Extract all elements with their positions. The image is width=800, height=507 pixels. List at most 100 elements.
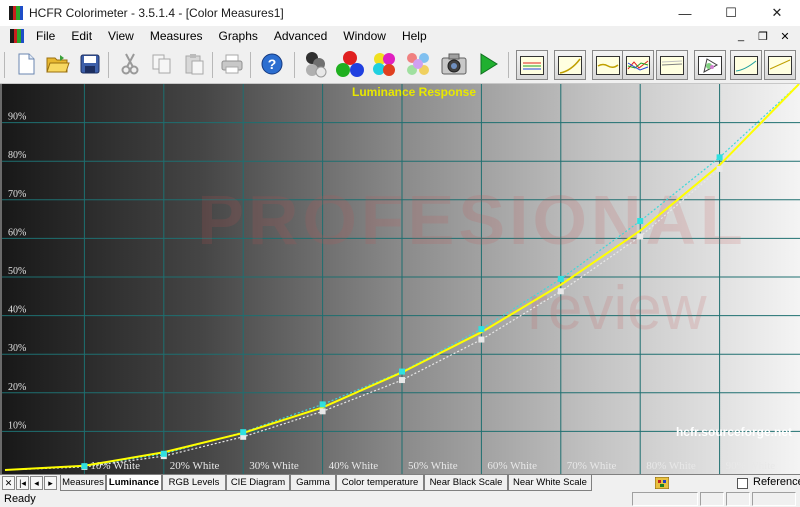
- menu-advanced[interactable]: Advanced: [266, 26, 335, 46]
- hcfr-app-icon: [9, 6, 23, 20]
- maximize-button[interactable]: ☐: [708, 0, 754, 26]
- y-tick-label: 40%: [8, 305, 26, 316]
- view-near-white-graph-button[interactable]: [764, 50, 796, 80]
- document-icon[interactable]: [10, 29, 24, 43]
- watermark-bottom: review: [527, 274, 706, 343]
- tab-first-icon[interactable]: |◂: [16, 476, 29, 490]
- view-color-temp-graph-button[interactable]: [656, 50, 688, 80]
- y-tick-label: 10%: [8, 420, 26, 431]
- toolbar-grip: [4, 52, 5, 78]
- tab-cie-diagram[interactable]: CIE Diagram: [226, 475, 290, 491]
- print-icon[interactable]: [218, 50, 246, 78]
- menu-graphs[interactable]: Graphs: [211, 26, 266, 46]
- tab-rgb-levels[interactable]: RGB Levels: [162, 475, 226, 491]
- menu-window[interactable]: Window: [335, 26, 394, 46]
- watermark-top: PROFESIONAL: [197, 181, 747, 259]
- view-gamma-graph-button[interactable]: [592, 50, 624, 80]
- y-tick-label: 30%: [8, 343, 26, 354]
- measured-point-marker: [160, 450, 167, 457]
- camera-icon[interactable]: [440, 50, 468, 78]
- y-tick-label: 70%: [8, 189, 26, 200]
- view-rgb-levels-graph-button[interactable]: [622, 50, 654, 80]
- mdi-restore-button[interactable]: ❐: [754, 28, 772, 44]
- status-panel: [752, 492, 796, 506]
- reference-checkbox[interactable]: [737, 478, 748, 489]
- status-panel: [632, 492, 698, 506]
- copy-icon[interactable]: [148, 50, 176, 78]
- y-tick-label: 60%: [8, 227, 26, 238]
- x-tick-label: 70% White: [567, 460, 617, 472]
- measured-point-marker: [716, 154, 723, 161]
- tab-near-white-scale[interactable]: Near White Scale: [508, 475, 592, 491]
- reference-point-marker: [557, 288, 564, 295]
- status-panel: [726, 492, 750, 506]
- window-title: HCFR Colorimeter - 3.5.1.4 - [Color Meas…: [29, 6, 284, 20]
- menu-help[interactable]: Help: [394, 26, 435, 46]
- measured-point-marker: [399, 368, 405, 375]
- menu-view[interactable]: View: [100, 26, 142, 46]
- open-folder-icon[interactable]: [44, 50, 72, 78]
- paste-icon[interactable]: [180, 50, 208, 78]
- measure-gray-icon[interactable]: [302, 50, 330, 78]
- x-tick-label: 80% White: [646, 460, 696, 472]
- measure-secondaries-icon[interactable]: [370, 50, 398, 78]
- svg-text:?: ?: [268, 56, 277, 72]
- tab-color-temperature[interactable]: Color temperature: [336, 475, 424, 491]
- tab-next-icon[interactable]: ▸: [44, 476, 57, 490]
- x-tick-label: 50% White: [408, 460, 458, 472]
- x-tick-label: 60% White: [487, 460, 537, 472]
- minimize-button[interactable]: —: [662, 0, 708, 26]
- measure-primaries-icon[interactable]: [336, 50, 364, 78]
- mdi-minimize-button[interactable]: _: [732, 28, 750, 44]
- menu-file[interactable]: File: [28, 26, 63, 46]
- toolbar-separator: [508, 52, 509, 78]
- x-tick-label: 30% White: [249, 460, 299, 472]
- measured-point-marker: [81, 463, 88, 470]
- x-tick-label: 40% White: [329, 460, 379, 472]
- title-bar: HCFR Colorimeter - 3.5.1.4 - [Color Meas…: [0, 0, 800, 26]
- menu-edit[interactable]: Edit: [63, 26, 100, 46]
- y-tick-label: 20%: [8, 382, 26, 393]
- measure-saturations-icon[interactable]: [404, 50, 432, 78]
- mdi-close-button[interactable]: ✕: [776, 28, 794, 44]
- toolbar: ?: [0, 46, 800, 84]
- x-tick-label: 10% White: [90, 460, 140, 472]
- reference-point-marker: [716, 165, 723, 172]
- status-text: Ready: [4, 493, 36, 505]
- tab-near-black-scale[interactable]: Near Black Scale: [424, 475, 508, 491]
- measured-point-marker: [557, 275, 564, 282]
- save-icon[interactable]: [76, 50, 104, 78]
- chart-title: Luminance Response: [352, 85, 476, 99]
- play-icon[interactable]: [474, 50, 502, 78]
- y-tick-label: 80%: [8, 150, 26, 161]
- view-near-black-graph-button[interactable]: [730, 50, 762, 80]
- view-cie-diagram-button[interactable]: [694, 50, 726, 80]
- luminance-chart[interactable]: PROFESIONAL review 10% 20% 30% 40% 50% 60% 70%…: [0, 84, 800, 474]
- x-tick-label: 90% White: [726, 460, 776, 472]
- new-document-icon[interactable]: [12, 50, 40, 78]
- reference-point-marker: [478, 336, 485, 343]
- close-button[interactable]: ✕: [754, 0, 800, 26]
- luminance-chart-canvas[interactable]: PROFESIONAL review 10% 20% 30% 40% 50% 60% 70%…: [2, 84, 800, 474]
- status-bar: Ready: [0, 491, 800, 507]
- view-rgb-graph-button[interactable]: [516, 50, 548, 80]
- reference-label: Reference: [753, 476, 800, 488]
- tab-measures[interactable]: Measures: [60, 475, 106, 491]
- site-label: hcfr.sourceforge.net: [676, 425, 792, 439]
- toolbar-separator: [294, 52, 295, 78]
- help-icon[interactable]: ?: [258, 50, 286, 78]
- menu-bar: File Edit View Measures Graphs Advanced …: [0, 26, 800, 46]
- reference-point-marker: [319, 408, 326, 415]
- cut-icon[interactable]: [116, 50, 144, 78]
- menu-measures[interactable]: Measures: [142, 26, 211, 46]
- measured-point-marker: [637, 218, 644, 225]
- view-luminance-graph-button[interactable]: [554, 50, 586, 80]
- tab-prev-icon[interactable]: ◂: [30, 476, 43, 490]
- y-tick-label: 50%: [8, 266, 26, 277]
- tab-luminance[interactable]: Luminance: [106, 475, 162, 491]
- close-tab-icon[interactable]: ✕: [2, 476, 15, 490]
- toolbar-separator: [108, 52, 109, 78]
- toolbar-separator: [212, 52, 213, 78]
- tab-gamma[interactable]: Gamma: [290, 475, 336, 491]
- status-panel: [700, 492, 724, 506]
